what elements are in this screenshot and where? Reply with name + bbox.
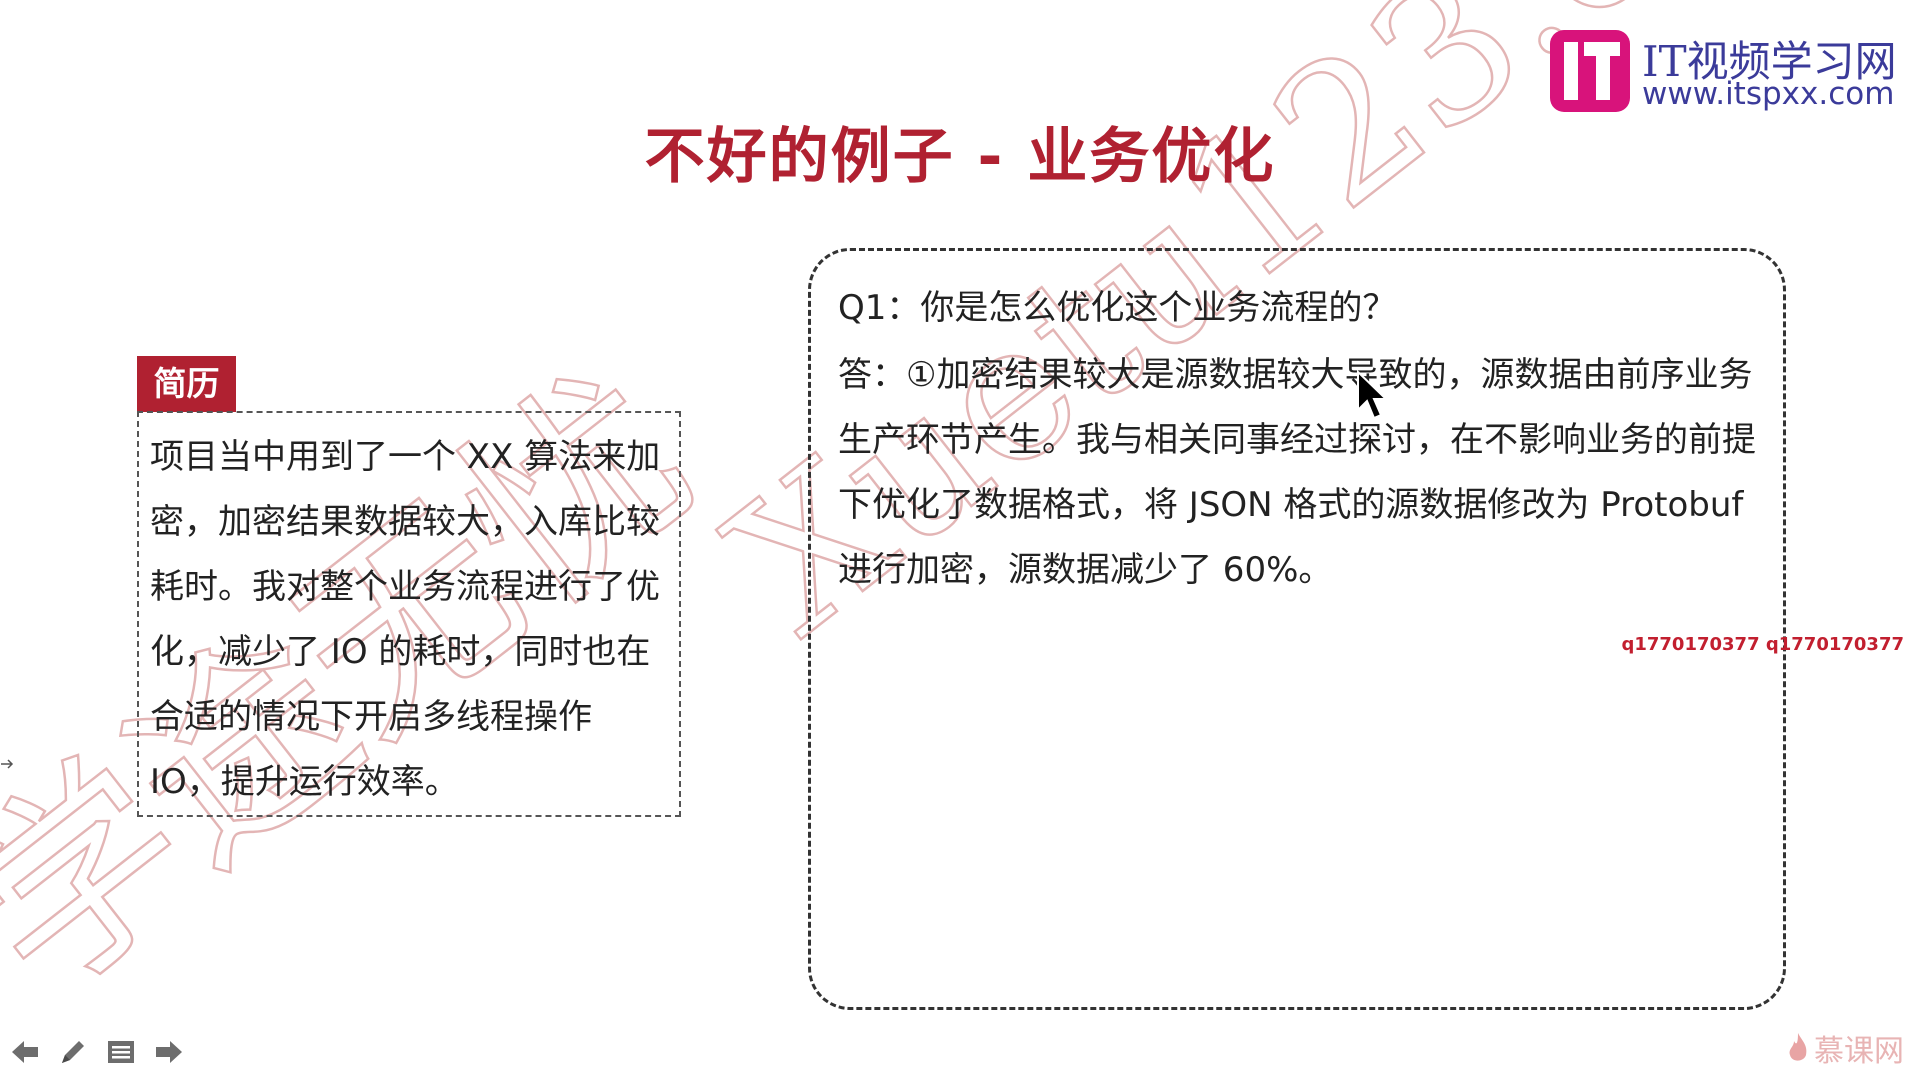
menu-icon: [108, 1041, 134, 1063]
pen-tool-button[interactable]: [58, 1037, 88, 1067]
edge-marker-icon: [1, 759, 14, 769]
brand-mark: 慕课网: [1786, 1026, 1904, 1070]
slide-menu-button[interactable]: [106, 1037, 136, 1067]
next-slide-button[interactable]: [154, 1037, 184, 1067]
logo-mark-icon: [1550, 30, 1630, 112]
pen-icon: [62, 1041, 84, 1063]
qa-question: Q1：你是怎么优化这个业务流程的？: [838, 288, 1397, 328]
slide-nav: [10, 1032, 184, 1072]
site-logo: IT视频学习网 www.itspxx.com: [1550, 30, 1910, 114]
qq-overlay-text: q1770170377 q1770170377: [1621, 634, 1904, 655]
logo-url: www.itspxx.com: [1642, 76, 1895, 112]
mouse-cursor-icon: [1357, 370, 1389, 420]
brand-label: 慕课网: [1814, 1034, 1904, 1069]
slide-page: 学途无忧 Xuetu123.com 不好的例子 - 业务优化 IT视频学习网 w…: [0, 0, 1920, 1080]
resume-text: 项目当中用到了一个 XX 算法来加密，加密结果数据较大，入库比较耗时。我对整个业…: [150, 437, 661, 802]
qa-answer: 答：①加密结果较大是源数据较大导致的，源数据由前序业务生产环节产生。我与相关同事…: [838, 355, 1756, 590]
slide-title: 不好的例子 - 业务优化: [644, 122, 1276, 192]
resume-tag: 简历: [137, 356, 236, 412]
flame-icon: [1789, 1033, 1807, 1061]
arrow-right-icon: [156, 1041, 182, 1063]
arrow-left-icon: [12, 1041, 38, 1063]
prev-slide-button[interactable]: [10, 1037, 40, 1067]
